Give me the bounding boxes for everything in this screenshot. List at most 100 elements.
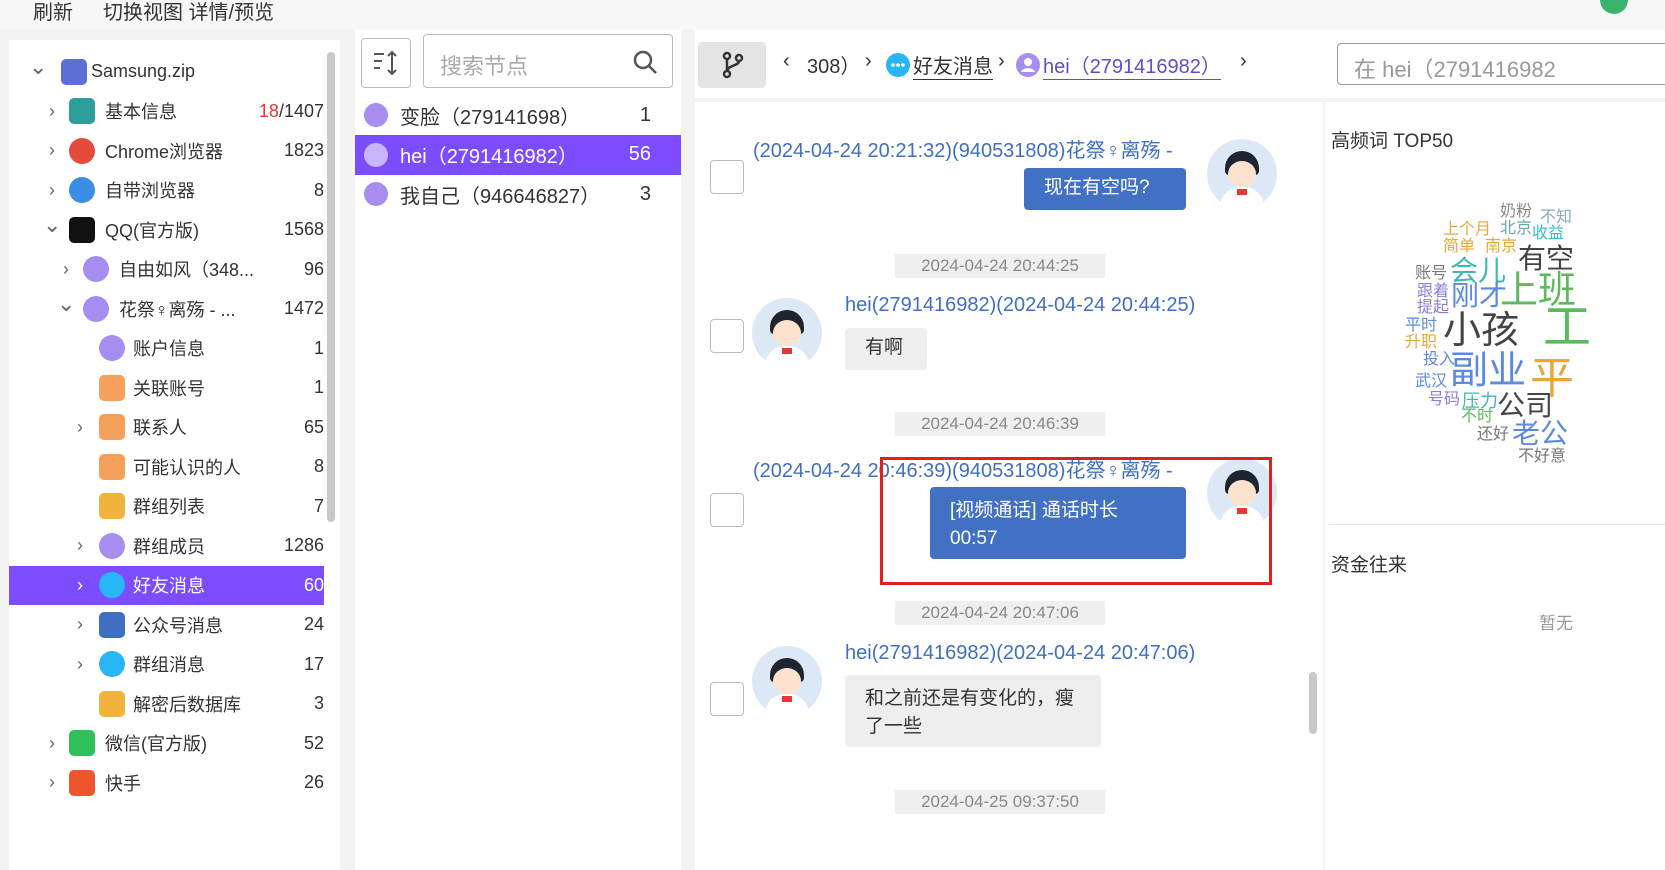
tree-item-label: 自由如风（348... bbox=[119, 260, 255, 280]
tree-item-count: 1286 bbox=[244, 535, 324, 556]
chevron-right-icon[interactable]: › bbox=[71, 535, 89, 556]
tree-item-count: 1 bbox=[244, 377, 324, 398]
message-checkbox[interactable] bbox=[710, 493, 744, 527]
chevron-right-icon[interactable]: › bbox=[71, 575, 89, 596]
wordcloud-word: 武汉 bbox=[1415, 373, 1448, 390]
wordcloud-word: 还好 bbox=[1477, 426, 1510, 443]
tree-item[interactable]: › 自带浏览器 8 bbox=[9, 171, 324, 210]
tree-item-count: 52 bbox=[244, 733, 324, 754]
chevron-right-icon[interactable]: › bbox=[43, 180, 61, 201]
branch-icon bbox=[722, 51, 744, 79]
tree-item[interactable]: › Chrome浏览器 1823 bbox=[9, 131, 324, 170]
phone-icon bbox=[99, 374, 125, 401]
tree-item[interactable]: › 公众号消息 24 bbox=[9, 605, 324, 644]
wordcloud-word: 升职 bbox=[1405, 334, 1438, 351]
total-count: 1286 bbox=[283, 535, 324, 555]
highlight-box bbox=[880, 457, 1272, 585]
avatar bbox=[752, 298, 822, 368]
tree-item[interactable]: 解密后数据库 3 bbox=[9, 684, 324, 723]
message-checkbox[interactable] bbox=[710, 682, 744, 716]
tree-item[interactable]: › 群组成员 1286 bbox=[9, 526, 324, 565]
chat-header: ‹ 308） › 好友消息 › hei（2791416982） › 在 hei（… bbox=[695, 30, 1665, 98]
tree-item-label: 群组成员 bbox=[133, 536, 205, 557]
tree-item[interactable]: › 自由如风（348... 96 bbox=[9, 250, 324, 289]
tree-item[interactable]: › 群组消息 17 bbox=[9, 645, 324, 684]
chevron-right-icon[interactable]: › bbox=[43, 140, 61, 161]
total-count: 8 bbox=[313, 179, 324, 200]
contact-item[interactable]: 变脸（279141698） 1 bbox=[355, 95, 681, 135]
tree-item[interactable]: 群组列表 7 bbox=[9, 487, 324, 526]
search-placeholder: 搜索节点 bbox=[440, 54, 529, 79]
contact-name: 我自己（946646827） bbox=[400, 185, 601, 208]
tree-scrollbar[interactable] bbox=[327, 52, 335, 522]
timestamp-divider: 2024-04-25 09:37:50 bbox=[895, 790, 1105, 814]
chevron-right-icon[interactable]: › bbox=[43, 772, 61, 793]
tree-item[interactable]: › 基本信息 18/1407 bbox=[9, 92, 324, 131]
tree-item[interactable]: ⌄ QQ(官方版) 1568 bbox=[9, 210, 324, 249]
tree-item[interactable]: 关联账号 1 bbox=[9, 368, 324, 407]
tree-item[interactable]: › 快手 26 bbox=[9, 763, 324, 802]
node-search-input[interactable]: 搜索节点 bbox=[423, 34, 673, 88]
tree-item[interactable]: 可能认识的人 8 bbox=[9, 447, 324, 486]
switch-view-menu[interactable]: 切换视图 详情/预览 bbox=[103, 0, 274, 25]
chevron-down-icon[interactable]: ⌄ bbox=[57, 291, 75, 317]
tree-item-label: 公众号消息 bbox=[133, 615, 223, 636]
find-in-chat-input[interactable]: 在 hei（2791416982 bbox=[1337, 43, 1665, 85]
message-bubble-in[interactable]: 有啊 bbox=[845, 328, 927, 370]
chevron-right-icon[interactable]: › bbox=[43, 733, 61, 754]
chevron-right-icon[interactable]: › bbox=[43, 101, 61, 122]
funds-empty-text: 暂无 bbox=[1539, 614, 1573, 633]
total-count: 8 bbox=[313, 456, 324, 476]
avatar bbox=[1207, 139, 1277, 209]
official-account-icon bbox=[99, 611, 125, 638]
group-card-icon bbox=[99, 493, 125, 519]
tree-item[interactable]: › 好友消息 60 bbox=[9, 565, 324, 605]
tree-item[interactable]: 账户信息 1 bbox=[9, 329, 324, 368]
wordcloud-word: 收益 bbox=[1532, 225, 1565, 242]
chat-scrollbar[interactable] bbox=[1309, 672, 1317, 734]
message-checkbox[interactable] bbox=[710, 319, 744, 353]
chevron-right-icon[interactable]: › bbox=[71, 614, 89, 635]
tree-item[interactable]: › 联系人 65 bbox=[9, 408, 324, 447]
qq-penguin-icon bbox=[69, 216, 95, 243]
sort-button[interactable] bbox=[361, 38, 411, 88]
wordcloud-word: 小孩 bbox=[1443, 310, 1520, 352]
breadcrumb-next-icon[interactable]: › bbox=[1240, 50, 1247, 73]
total-count: 1823 bbox=[283, 140, 324, 160]
message-bubble-in[interactable]: 和之前还是有变化的，瘦了一些 bbox=[845, 675, 1101, 747]
message-meta: (2024-04-24 20:21:32)(940531808)花祭♀离殇 - bbox=[753, 140, 1173, 162]
message-bubble-out[interactable]: 现在有空吗? bbox=[1024, 168, 1186, 210]
wordcloud-title: 高频词 TOP50 bbox=[1331, 131, 1454, 152]
breadcrumb-friend-messages[interactable]: 好友消息 bbox=[913, 50, 993, 80]
contact-item[interactable]: 我自己（946646827） 3 bbox=[355, 174, 681, 214]
tree-item-count: 65 bbox=[244, 417, 324, 438]
chevron-right-icon[interactable]: › bbox=[71, 654, 89, 675]
message-checkbox[interactable] bbox=[710, 160, 744, 194]
chevron-down-icon[interactable]: ⌄ bbox=[29, 54, 47, 80]
wordcloud-word: 跟着 bbox=[1417, 283, 1450, 300]
tree-item-count: 7 bbox=[244, 496, 324, 517]
chevron-right-icon[interactable]: › bbox=[57, 259, 75, 280]
tree-item[interactable]: › 微信(官方版) 52 bbox=[9, 724, 324, 763]
funds-title: 资金往来 bbox=[1331, 555, 1408, 576]
analysis-panel: 高频词 TOP50 奶粉 不知 上个月 北京 收益 简单 南京 有空 账号 会儿 跟着 提起 刚才 上班平… bbox=[1325, 102, 1665, 870]
wordcloud-word: 奶粉 bbox=[1500, 203, 1533, 220]
breadcrumb-prev-node[interactable]: 308） bbox=[807, 50, 860, 79]
breadcrumb-contact[interactable]: hei（2791416982） bbox=[1043, 50, 1221, 80]
tree-item[interactable]: ⌄ Samsung.zip bbox=[9, 52, 324, 91]
status-dot-icon bbox=[1600, 0, 1628, 14]
tree-item-count: 8 bbox=[244, 180, 324, 201]
tree-item[interactable]: ⌄ 花祭♀离殇 - ... 1472 bbox=[9, 289, 324, 328]
tree-item-label: 解密后数据库 bbox=[133, 694, 241, 715]
refresh-menu[interactable]: 刷新 bbox=[33, 0, 73, 25]
wordcloud-word: 刚才 bbox=[1451, 280, 1508, 311]
chevron-down-icon[interactable]: ⌄ bbox=[43, 212, 61, 238]
tree-item-label: 好友消息 bbox=[133, 576, 205, 596]
search-icon[interactable] bbox=[632, 49, 658, 75]
chevron-right-icon[interactable]: › bbox=[71, 417, 89, 438]
flagged-count: 18 bbox=[258, 100, 279, 121]
contact-item[interactable]: hei（2791416982） 56 bbox=[355, 134, 681, 175]
tree-item-count: 60 bbox=[244, 575, 324, 596]
breadcrumb-back-icon[interactable]: ‹ bbox=[783, 50, 790, 73]
branch-view-button[interactable] bbox=[698, 42, 766, 88]
